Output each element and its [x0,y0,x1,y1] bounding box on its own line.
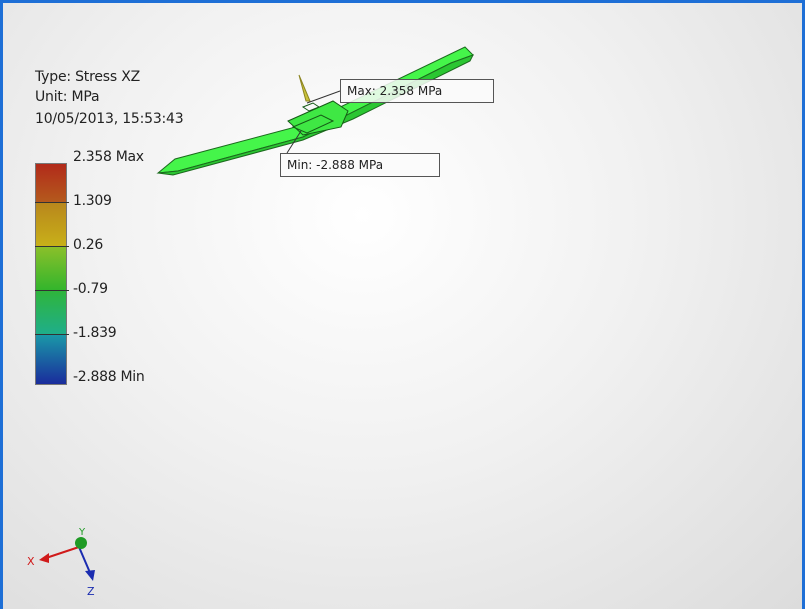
y-axis-dot [75,537,87,549]
legend-band-3 [36,246,66,290]
y-axis-label: Y [78,527,86,538]
x-axis-label: X [27,555,35,568]
legend-label: 0.26 [73,237,103,253]
legend-tick [35,290,69,291]
x-axis-arrowhead [39,553,49,563]
legend-tick [35,246,69,247]
legend-band-5 [36,334,66,384]
legend-tick [35,334,69,335]
graphics-viewport[interactable]: Type: Stress XZ Unit: MPa 10/05/2013, 15… [0,0,805,609]
min-stress-callout[interactable]: Min: -2.888 MPa [280,153,440,177]
max-leader-line [306,90,341,104]
z-axis-arrowhead [85,570,95,581]
max-stress-probe [298,74,311,102]
legend-tick [35,202,69,203]
z-axis-label: Z [87,585,95,598]
color-legend-bar [35,163,67,385]
coordinate-triad[interactable]: X Y Z [27,523,107,598]
legend-band-1 [36,164,66,202]
max-stress-callout[interactable]: Max: 2.358 MPa [340,79,494,103]
legend-label: -0.79 [73,281,108,297]
legend-band-4 [36,290,66,334]
legend-label-min: -2.888 Min [73,369,145,385]
legend-label-max: 2.358 Max [73,149,144,165]
legend-label: 1.309 [73,193,112,209]
legend-band-2 [36,202,66,246]
legend-label: -1.839 [73,325,117,341]
